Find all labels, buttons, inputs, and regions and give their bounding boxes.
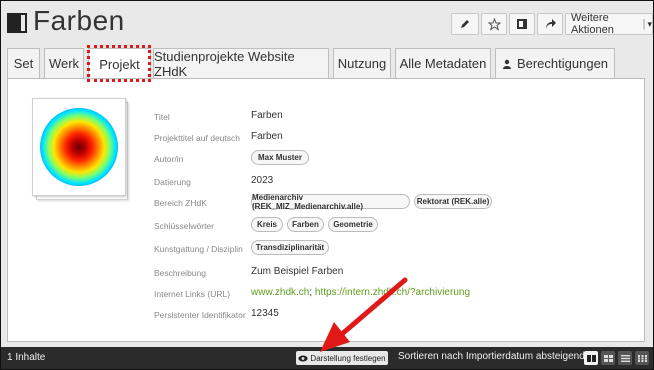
value-titel: Farben [251,110,283,121]
link-separator: ; [309,287,313,298]
label-projekttitel: Projekttitel auf deutsch [154,133,240,143]
view-tiles-button[interactable] [584,351,598,365]
label-schlagworte: Schlüsselwörter [154,221,214,231]
label-beschreibung: Beschreibung [154,268,206,278]
view-compact-button[interactable] [635,351,649,365]
tab-studienprojekte[interactable]: Studienprojekte Website ZHdK [153,48,329,79]
sort-dropdown[interactable]: Sortieren nach Importierdatum absteigend… [398,351,592,362]
view-list-button[interactable] [618,351,632,365]
grid-icon [603,354,613,362]
tab-berechtigungen[interactable]: Berechtigungen [495,48,615,78]
value-datierung: 2023 [251,175,274,186]
label-titel: Titel [154,112,170,122]
media-thumbnail[interactable] [32,98,126,196]
pill-bereich-1[interactable]: Medienarchiv (REK_MIZ_Medienarchiv.alle) [251,193,410,211]
set-icon [7,13,27,33]
tab-alle-metadaten[interactable]: Alle Metadaten [395,48,491,78]
favorite-button[interactable] [481,13,507,35]
tab-set[interactable]: Set [7,48,40,78]
value-beschreibung: Zum Beispiel Farben [251,266,344,277]
pill-schlagwort-2[interactable]: Farben [287,217,324,232]
app-window: Farben Weitere Aktionen | ▾ Set Werk Pro… [0,0,654,370]
pencil-icon [461,20,469,28]
link-intern[interactable]: https://intern.zhdk.ch/?archivierung [315,287,470,298]
tiles-icon [586,354,596,362]
copy-button[interactable] [509,13,535,35]
eye-icon [298,355,309,361]
small-grid-icon [637,354,647,362]
more-actions-button[interactable]: Weitere Aktionen | ▾ [565,12,653,36]
edit-button[interactable] [451,13,479,35]
content-count: 1 Inhalte [7,352,46,363]
label-bereich: Bereich ZHdK [154,198,207,208]
more-actions-label: Weitere Aktionen [571,12,614,36]
list-icon [620,354,630,362]
link-zhdk[interactable]: www.zhdk.ch [251,287,309,298]
chevron-down-icon: ▾ [647,18,652,29]
page-title: Farben [33,5,125,36]
user-icon [502,59,511,69]
tab-projekt[interactable]: Projekt [88,48,151,79]
page-header: Farben Weitere Aktionen | ▾ [1,1,653,45]
color-wheel-image [40,108,118,186]
label-autor: Autor/in [154,154,184,164]
pill-bereich-2[interactable]: Rektorat (REK.alle) [414,194,492,209]
share-button[interactable] [537,13,563,35]
star-icon [487,17,501,31]
display-settings-button[interactable]: Darstellung festlegen [296,351,388,365]
value-identifikator: 12345 [251,308,279,319]
label-kunstgattung: Kunstgattung / Disziplin [154,244,243,254]
tab-nutzung[interactable]: Nutzung [333,48,391,78]
label-datierung: Datierung [154,177,191,187]
pill-schlagwort-3[interactable]: Geometrie [328,217,378,232]
value-projekttitel: Farben [251,131,283,142]
label-identifikator: Persistenter Identifikator [154,310,246,320]
separator: | [642,18,646,30]
footer-bar: 1 Inhalte Darstellung festlegen Sortiere… [1,347,653,369]
copy-icon [517,19,527,29]
pill-kunstgattung[interactable]: Transdiziplinarität [251,240,329,255]
tab-werk[interactable]: Werk [44,48,84,78]
value-links: www.zhdk.ch; https://intern.zhdk.ch/?arc… [251,287,470,298]
pill-schlagwort-1[interactable]: Kreis [251,217,283,232]
pill-autor[interactable]: Max Muster [251,150,309,165]
view-grid-button[interactable] [601,351,615,365]
label-links: Internet Links (URL) [154,289,231,299]
share-icon [545,19,556,29]
